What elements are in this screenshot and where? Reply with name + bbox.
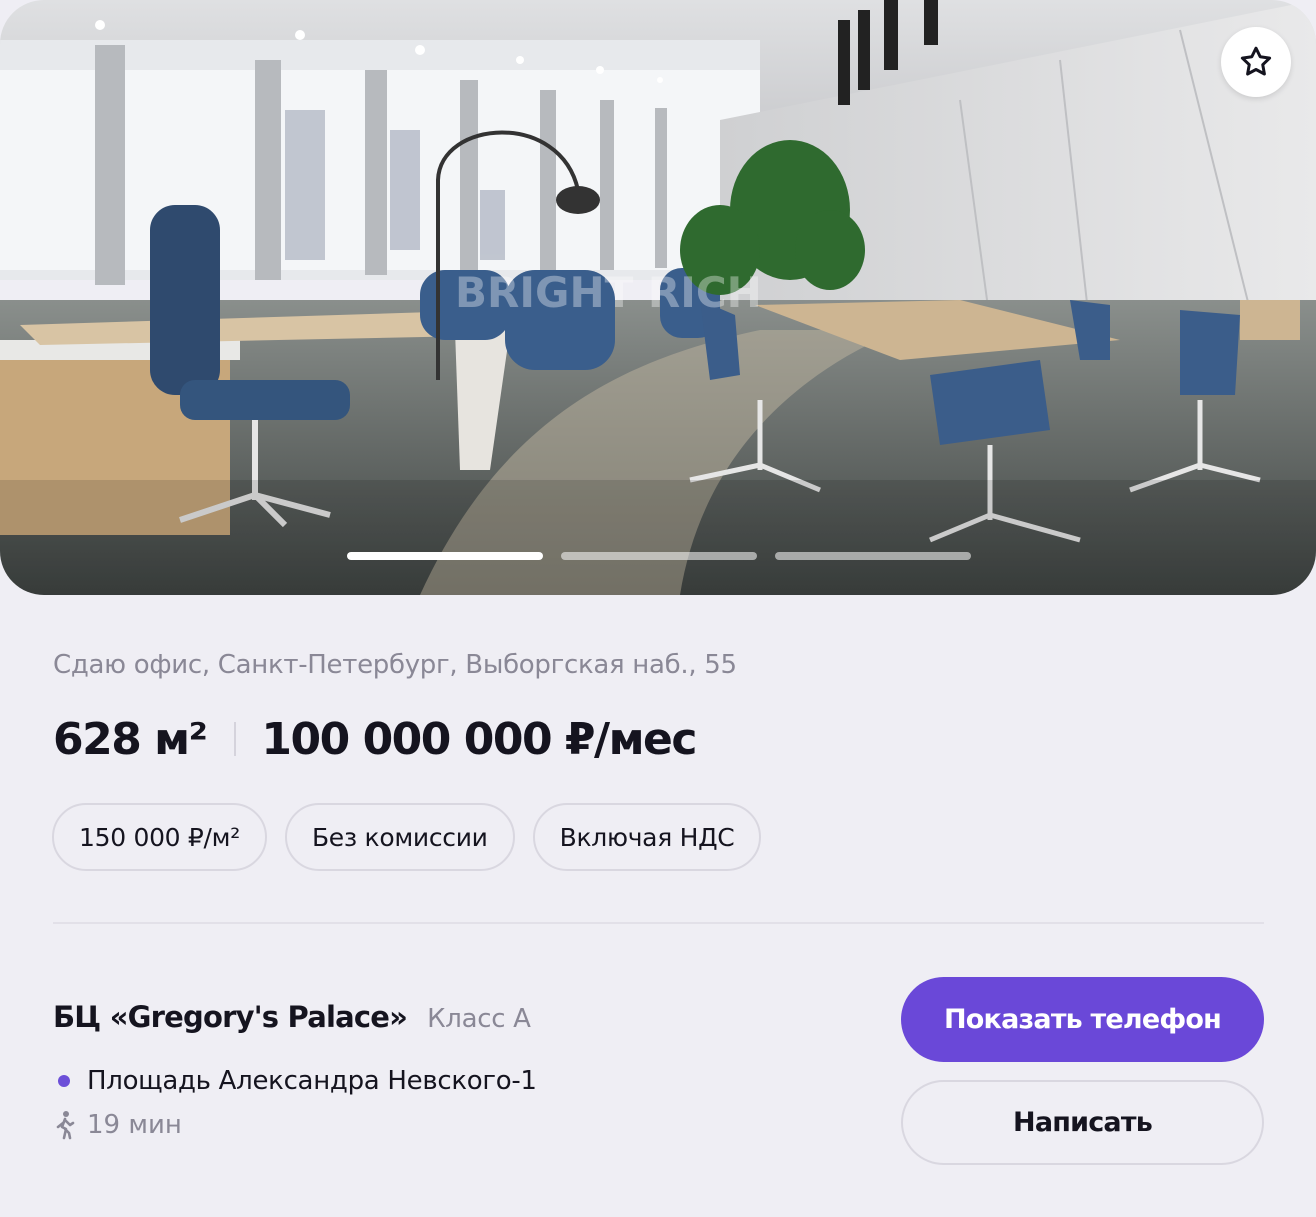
- pagination-dot[interactable]: [561, 552, 757, 560]
- pagination-dot[interactable]: [775, 552, 971, 560]
- listing-headline: 628 м² 100 000 000 ₽/мес: [53, 706, 697, 772]
- photo-watermark: BRIGHT RICH: [455, 268, 762, 317]
- listing-photo[interactable]: BRIGHT RICH: [0, 0, 1316, 595]
- walk-distance: 19 мин: [53, 1110, 182, 1140]
- photo-pagination: [347, 552, 971, 560]
- metro-line-icon: [58, 1075, 70, 1087]
- listing-area: 628 м²: [53, 713, 208, 765]
- listing-address: Сдаю офис, Санкт-Петербург, Выборгская н…: [53, 650, 737, 680]
- pagination-dot-active[interactable]: [347, 552, 543, 560]
- office-interior-image: BRIGHT RICH: [0, 0, 1316, 595]
- section-divider: [53, 922, 1264, 924]
- pedestrian-icon: [56, 1111, 75, 1140]
- star-outline-icon: [1240, 46, 1272, 76]
- show-phone-button[interactable]: Показать телефон: [901, 977, 1264, 1062]
- favorite-button[interactable]: [1221, 27, 1291, 97]
- headline-separator: [234, 722, 237, 756]
- tag-vat-included: Включая НДС: [532, 803, 762, 871]
- write-message-button[interactable]: Написать: [901, 1080, 1264, 1165]
- listing-tags: 150 000 ₽/м² Без комиссии Включая НДС: [52, 803, 762, 871]
- business-center-name[interactable]: БЦ «Gregory's Palace»: [53, 1000, 408, 1034]
- building-class: Класс А: [427, 1004, 531, 1034]
- metro-station: Площадь Александра Невского-1: [58, 1066, 537, 1096]
- tag-no-commission: Без комиссии: [284, 803, 515, 871]
- walk-time: 19 мин: [87, 1110, 182, 1140]
- business-center-info: БЦ «Gregory's Palace» Класс А: [53, 1000, 531, 1034]
- listing-price: 100 000 000 ₽/мес: [261, 713, 697, 765]
- metro-station-name: Площадь Александра Невского-1: [87, 1066, 537, 1096]
- tag-price-per-sqm: 150 000 ₽/м²: [52, 803, 267, 871]
